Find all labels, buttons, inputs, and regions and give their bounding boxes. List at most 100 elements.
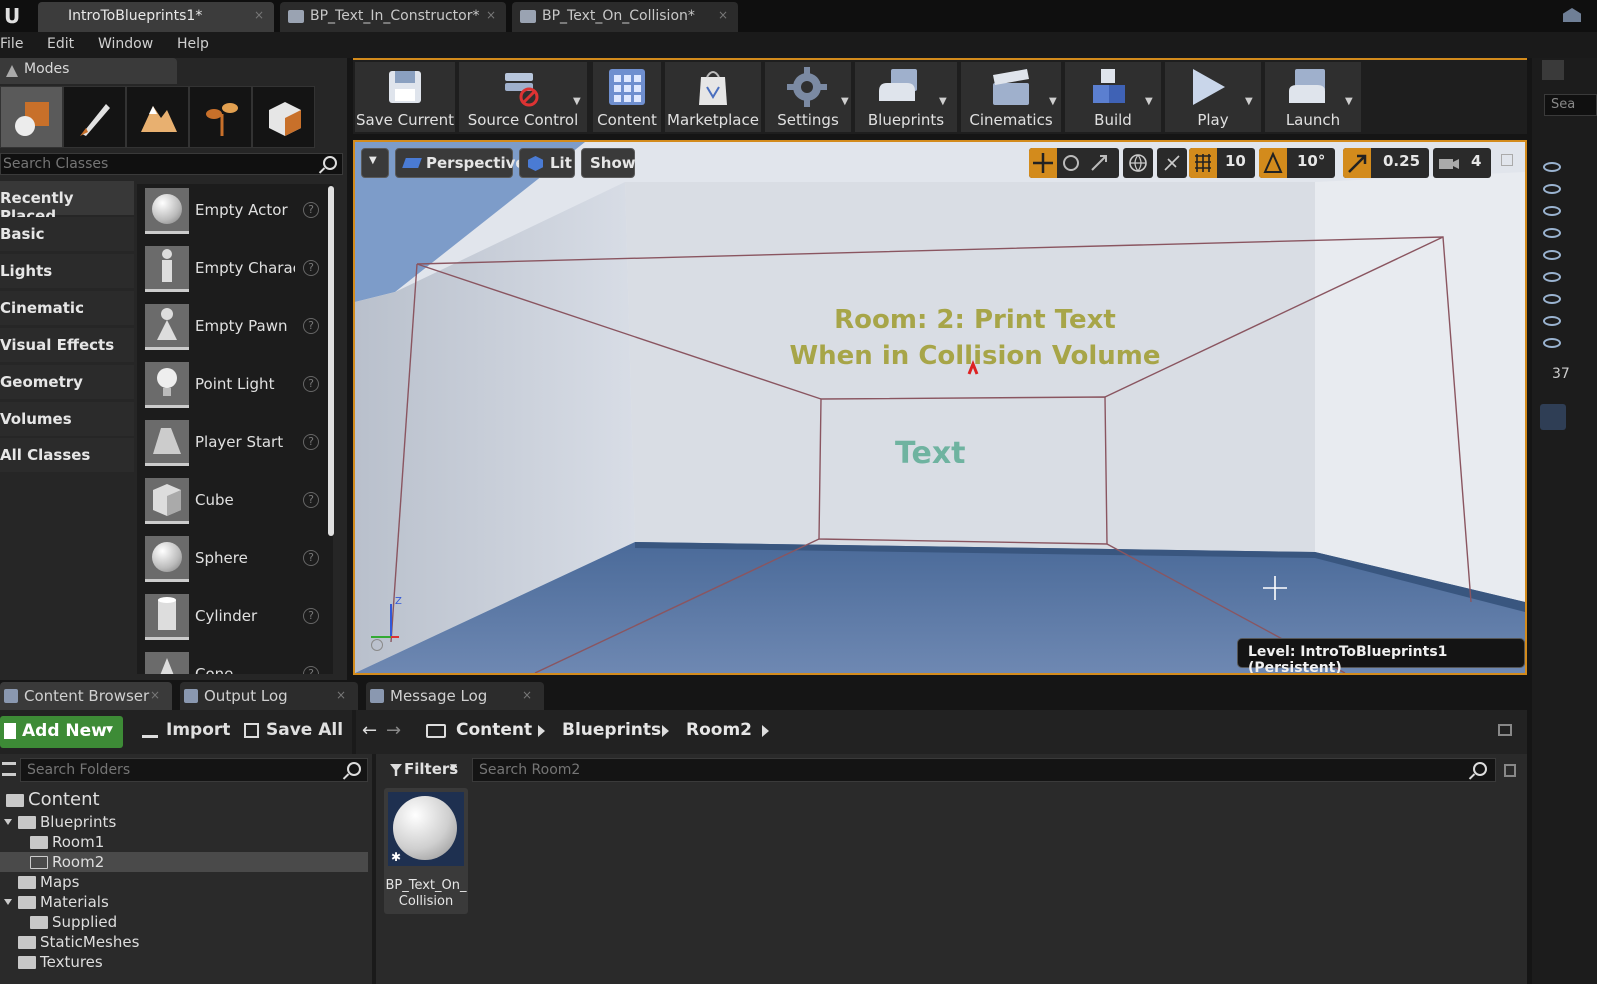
visibility-eye-icon[interactable] <box>1543 184 1561 194</box>
tree-item-room2[interactable]: Room2 <box>0 852 368 872</box>
scale-snap-icon[interactable] <box>1343 148 1371 178</box>
rotation-snap-control[interactable]: 10° <box>1259 148 1335 178</box>
add-new-button[interactable]: Add New ▼ <box>0 716 123 748</box>
maximize-viewport-icon[interactable] <box>1501 154 1513 166</box>
menu-help[interactable]: Help <box>177 36 209 52</box>
viewport-options-icon[interactable] <box>371 639 383 651</box>
lock-icon[interactable] <box>1498 724 1512 736</box>
help-icon[interactable]: ? <box>303 608 319 624</box>
geometry-mode-button[interactable] <box>252 86 315 148</box>
visibility-eye-icon[interactable] <box>1543 316 1561 326</box>
breadcrumb-content[interactable]: Content <box>456 720 532 740</box>
category-cinematic[interactable]: Cinematic <box>0 291 134 325</box>
category-volumes[interactable]: Volumes <box>0 402 134 436</box>
source-control-button[interactable]: Source Control ▼ <box>459 62 587 132</box>
rotation-snap-icon[interactable] <box>1259 148 1287 178</box>
list-item[interactable]: Sphere ? <box>137 532 333 588</box>
translate-icon[interactable] <box>1029 148 1057 178</box>
perspective-button[interactable]: Perspective <box>395 148 526 178</box>
help-icon[interactable]: ? <box>303 202 319 218</box>
tree-item-blueprints[interactable]: Blueprints <box>0 812 368 832</box>
launch-button[interactable]: Launch ▼ <box>1265 62 1361 132</box>
outliner-menu-icon[interactable] <box>1542 60 1564 80</box>
tab-message-log[interactable]: Message Log × <box>366 682 544 710</box>
close-icon[interactable]: × <box>486 8 496 22</box>
expand-arrow-icon[interactable] <box>4 819 12 825</box>
list-item[interactable]: Cylinder ? <box>137 590 333 646</box>
list-item[interactable]: Empty Pawn ? <box>137 300 333 356</box>
visibility-eye-icon[interactable] <box>1543 206 1561 216</box>
settings-button[interactable]: Settings ▼ <box>765 62 851 132</box>
chevron-down-icon[interactable]: ▼ <box>841 96 849 107</box>
help-icon[interactable]: ? <box>303 376 319 392</box>
content-button[interactable]: Content <box>593 62 661 132</box>
text-render-actor[interactable]: Text <box>895 436 966 471</box>
list-item[interactable]: Player Start ? <box>137 416 333 472</box>
world-local-toggle[interactable] <box>1123 148 1153 178</box>
category-all-classes[interactable]: All Classes <box>0 438 134 472</box>
chevron-down-icon[interactable]: ▼ <box>1049 96 1057 107</box>
folder-search-input[interactable] <box>27 761 327 779</box>
modes-tab[interactable]: Modes <box>0 58 177 84</box>
category-geometry[interactable]: Geometry <box>0 365 134 399</box>
foliage-mode-button[interactable] <box>189 86 252 148</box>
menu-window[interactable]: Window <box>98 36 153 52</box>
category-lights[interactable]: Lights <box>0 254 134 288</box>
import-button[interactable]: Import <box>142 720 230 740</box>
list-item[interactable]: Empty Charac ? <box>137 242 333 298</box>
tab-bp-text-in-constructor[interactable]: BP_Text_In_Constructor* × <box>280 2 506 32</box>
category-basic[interactable]: Basic <box>0 217 134 251</box>
asset-search-input[interactable] <box>479 761 1439 779</box>
chevron-down-icon[interactable]: ▼ <box>1245 96 1253 107</box>
chevron-down-icon[interactable]: ▼ <box>1345 96 1353 107</box>
chevron-down-icon[interactable]: ▼ <box>939 96 947 107</box>
folder-search-field[interactable] <box>20 758 368 782</box>
visibility-eye-icon[interactable] <box>1543 272 1561 282</box>
tree-item-maps[interactable]: Maps <box>0 872 368 892</box>
visibility-eye-icon[interactable] <box>1543 228 1561 238</box>
build-button[interactable]: Build ▼ <box>1065 62 1161 132</box>
expand-arrow-icon[interactable] <box>4 899 12 905</box>
chevron-down-icon[interactable]: ▼ <box>573 96 581 107</box>
save-current-button[interactable]: Save Current <box>355 62 455 132</box>
save-search-icon[interactable] <box>1504 764 1516 777</box>
list-item[interactable]: Cube ? <box>137 474 333 530</box>
help-icon[interactable]: ? <box>303 318 319 334</box>
search-classes-input[interactable] <box>3 155 313 173</box>
landscape-mode-button[interactable] <box>126 86 189 148</box>
viewport-options-button[interactable]: ▼ <box>361 148 389 178</box>
visibility-eye-icon[interactable] <box>1543 338 1561 348</box>
menu-edit[interactable]: Edit <box>47 36 74 52</box>
tree-item-room1[interactable]: Room1 <box>0 832 368 852</box>
camera-speed-control[interactable]: 4 <box>1433 148 1491 178</box>
marketplace-button[interactable]: Marketplace <box>665 62 761 132</box>
cinematics-button[interactable]: Cinematics ▼ <box>961 62 1061 132</box>
forward-arrow-icon[interactable]: → <box>386 720 401 741</box>
close-icon[interactable]: × <box>150 688 160 702</box>
breadcrumb-blueprints[interactable]: Blueprints <box>562 720 661 740</box>
help-icon[interactable]: ? <box>303 550 319 566</box>
tab-introtoblueprints1[interactable]: IntroToBlueprints1* × <box>38 2 274 32</box>
close-icon[interactable]: × <box>336 688 346 702</box>
asset-search-field[interactable] <box>472 758 1496 782</box>
visibility-eye-icon[interactable] <box>1543 294 1561 304</box>
breadcrumb-arrow-icon[interactable] <box>538 725 545 737</box>
breadcrumb-room2[interactable]: Room2 <box>686 720 752 740</box>
breadcrumb-arrow-icon[interactable] <box>762 725 769 737</box>
visibility-eye-icon[interactable] <box>1543 250 1561 260</box>
tree-item-textures[interactable]: Textures <box>0 952 368 972</box>
scale-snap-control[interactable]: 0.25 <box>1343 148 1429 178</box>
menu-file[interactable]: File <box>0 36 23 52</box>
chevron-down-icon[interactable]: ▼ <box>1145 96 1153 107</box>
tree-item-materials[interactable]: Materials <box>0 892 368 912</box>
lit-button[interactable]: Lit <box>519 148 575 178</box>
outliner-search-input[interactable]: Sea <box>1544 94 1597 116</box>
close-icon[interactable]: × <box>522 688 532 702</box>
save-all-button[interactable]: Save All <box>244 720 343 740</box>
paint-mode-button[interactable] <box>63 86 126 148</box>
list-item[interactable]: Cone ? <box>137 648 333 674</box>
help-icon[interactable]: ? <box>303 492 319 508</box>
filters-button[interactable]: Filters ▼ <box>384 758 464 782</box>
help-icon[interactable]: ? <box>303 666 319 674</box>
breadcrumb-arrow-icon[interactable] <box>662 725 669 737</box>
